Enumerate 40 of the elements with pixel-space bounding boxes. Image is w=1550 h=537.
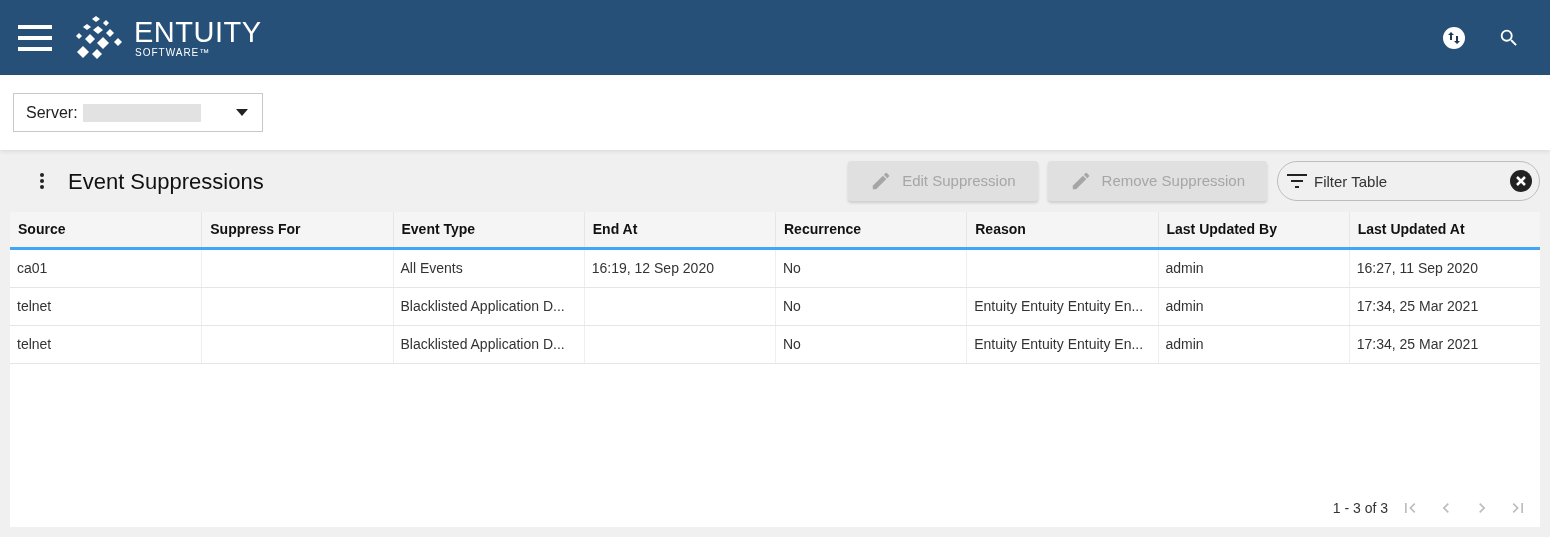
logo-diamonds-icon <box>76 15 124 60</box>
column-header[interactable]: Last Updated At <box>1348 212 1540 247</box>
column-header[interactable]: Event Type <box>392 212 584 247</box>
clear-icon[interactable] <box>1510 170 1532 192</box>
filter-field[interactable]: Filter Table <box>1277 161 1540 201</box>
table-cell-text: admin <box>1165 297 1204 316</box>
table-cell-text: 17:34, 25 Mar 2021 <box>1356 297 1479 316</box>
server-label: Server: <box>26 102 78 123</box>
table-cell-text: 16:27, 11 Sep 2020 <box>1356 259 1478 278</box>
table-cell-text: Blacklisted Application D... <box>400 297 565 316</box>
table-cell-text: telnet <box>17 297 52 316</box>
column-header[interactable]: Suppress For <box>201 212 393 247</box>
filter-icon <box>1287 174 1307 188</box>
column-header[interactable]: Source <box>10 212 202 247</box>
menu-icon[interactable] <box>18 24 52 51</box>
column-header[interactable]: Last Updated By <box>1157 212 1349 247</box>
table-cell-text: Entuity Entuity Entuity En... <box>974 335 1144 354</box>
table-cell-text: All Events <box>400 259 463 278</box>
column-header[interactable]: Reason <box>966 212 1158 247</box>
table-cell-text: telnet <box>17 335 52 354</box>
brand-subtitle: SOFTWARE™ <box>135 46 212 59</box>
brand-name: ENTUITY <box>134 16 262 47</box>
table-cell-text: admin <box>1165 259 1204 278</box>
more-vertical-icon[interactable] <box>39 172 45 190</box>
table-cell-text: 16:19, 12 Sep 2020 <box>591 259 714 278</box>
sort-arrows-icon[interactable] <box>1443 26 1465 49</box>
caret-icon <box>236 109 248 116</box>
table-cell-text: admin <box>1165 335 1204 354</box>
table-cell-text: Blacklisted Application D... <box>400 335 565 354</box>
table-cell-text: No <box>783 335 801 354</box>
table-cell-text: No <box>783 297 801 316</box>
server-select[interactable]: Server: <box>13 93 263 132</box>
column-header[interactable]: Recurrence <box>775 212 967 247</box>
column-header[interactable]: End At <box>583 212 775 247</box>
table-cell-text: Entuity Entuity Entuity En... <box>974 297 1144 316</box>
table-cell-text: No <box>783 259 801 278</box>
table-cell-text: 17:34, 25 Mar 2021 <box>1356 335 1479 354</box>
panel-title: Event Suppressions <box>68 167 264 196</box>
page-range: 1 - 3 of 3 <box>1332 498 1388 518</box>
table-cell-text: ca01 <box>17 259 48 278</box>
